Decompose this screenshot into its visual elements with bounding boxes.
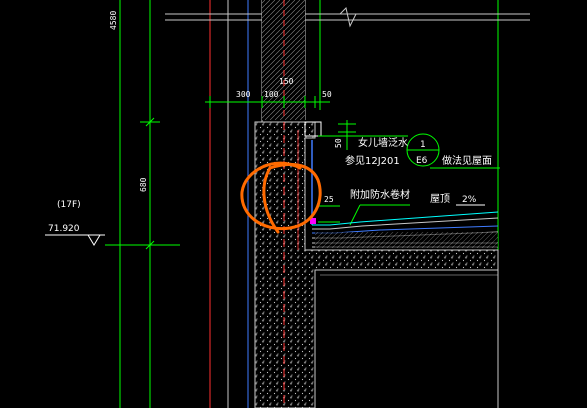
- floor-tag: (17F): [57, 200, 81, 210]
- label-roof-practice: 做法见屋面: [442, 154, 492, 167]
- label-parapet-flashing: 女儿墙泛水: [358, 136, 408, 149]
- dim-top-height: 4580: [109, 11, 118, 30]
- dim-25: 25: [324, 195, 334, 204]
- roof-fill-layer: [315, 232, 498, 248]
- label-roof: 屋顶: [430, 193, 450, 205]
- dim-150: 150: [279, 77, 294, 86]
- sheet-number: E6: [416, 156, 428, 166]
- label-slope: 2%: [462, 195, 477, 205]
- label-additional-waterproof: 附加防水卷材: [350, 188, 410, 201]
- elevation-value: 71.920: [48, 224, 80, 234]
- dim-50-height: 50: [334, 138, 343, 148]
- dim-50-right: 50: [322, 90, 332, 99]
- detail-number: 1: [420, 140, 426, 150]
- cad-drawing-canvas: 4580 680 300 100 150 50 50 1 E6 女儿墙泛水 参见…: [0, 0, 587, 408]
- label-reference: 参见12J201: [345, 154, 400, 167]
- dim-680: 680: [139, 177, 148, 192]
- dim-300: 300: [236, 90, 251, 99]
- dim-100: 100: [264, 90, 279, 99]
